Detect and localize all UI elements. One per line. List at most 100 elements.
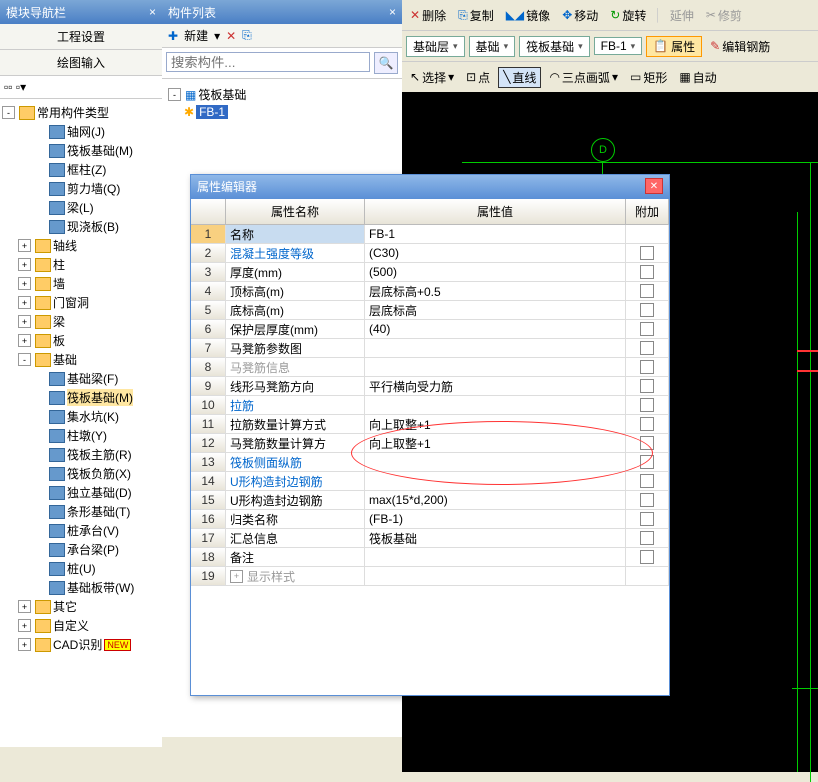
checkbox[interactable]: [640, 379, 654, 393]
pane-title-text: 模块导航栏: [6, 4, 66, 21]
tree-item[interactable]: 筏板基础(M): [2, 388, 160, 407]
tree-item[interactable]: + 墙: [2, 274, 160, 293]
floor-select[interactable]: 基础层: [406, 36, 465, 57]
list-root[interactable]: -▦ 筏板基础: [168, 85, 396, 104]
grid-row[interactable]: 6保护层厚度(mm)(40): [191, 320, 669, 339]
trim-button[interactable]: ✂修剪: [702, 6, 746, 25]
grid-row[interactable]: 5底标高(m)层底标高: [191, 301, 669, 320]
move-button[interactable]: ✥移动: [558, 6, 602, 25]
checkbox[interactable]: [640, 360, 654, 374]
grid-row[interactable]: 1名称FB-1: [191, 225, 669, 244]
tree-item[interactable]: + 门窗洞: [2, 293, 160, 312]
tab-project-settings[interactable]: 工程设置: [0, 24, 162, 50]
list-item[interactable]: ✱ FB-1: [168, 104, 396, 120]
copy-icon[interactable]: ⎘: [242, 28, 252, 43]
grid-row[interactable]: 3厚度(mm)(500): [191, 263, 669, 282]
grid-row[interactable]: 2混凝土强度等级(C30): [191, 244, 669, 263]
tree-item[interactable]: + 其它: [2, 597, 160, 616]
delete-button[interactable]: ✕删除: [406, 6, 450, 25]
grid-label: D: [591, 138, 615, 162]
component-tree[interactable]: - 常用构件类型 轴网(J) 筏板基础(M) 框柱(Z) 剪力墙(Q) 梁(L)…: [0, 99, 162, 747]
tree-item[interactable]: 轴网(J): [2, 122, 160, 141]
tree-item[interactable]: + 柱: [2, 255, 160, 274]
tree-item[interactable]: + 板: [2, 331, 160, 350]
tree-item[interactable]: 独立基础(D): [2, 483, 160, 502]
tree-item[interactable]: 现浇板(B): [2, 217, 160, 236]
grid-row[interactable]: 4顶标高(m)层底标高+0.5: [191, 282, 669, 301]
point-tool[interactable]: ⊡点: [462, 68, 494, 87]
selector-toolbar: 基础层 基础 筏板基础 FB-1 📋属性 ✎编辑钢筋: [402, 30, 818, 61]
grid-row[interactable]: 16归类名称(FB-1): [191, 510, 669, 529]
grid-header: 属性名称 属性值 附加: [191, 199, 669, 225]
copy-button[interactable]: ⎘复制: [454, 6, 498, 25]
nav-icons: ▫▫ ▫▾: [0, 76, 162, 99]
tree-item[interactable]: 桩承台(V): [2, 521, 160, 540]
grid-row[interactable]: 7马凳筋参数图: [191, 339, 669, 358]
checkbox[interactable]: [640, 265, 654, 279]
arc-tool[interactable]: ◠三点画弧 ▾: [545, 68, 622, 87]
select-tool[interactable]: ↖选择 ▾: [406, 68, 458, 87]
property-button[interactable]: 📋属性: [646, 36, 702, 57]
checkbox[interactable]: [640, 512, 654, 526]
category-select[interactable]: 基础: [469, 36, 516, 57]
checkbox[interactable]: [640, 303, 654, 317]
tree-item[interactable]: 桩(U): [2, 559, 160, 578]
dialog-titlebar[interactable]: 属性编辑器 ✕: [191, 175, 669, 199]
rect-tool[interactable]: ▭矩形: [626, 68, 671, 87]
tree-item[interactable]: 梁(L): [2, 198, 160, 217]
checkbox[interactable]: [640, 322, 654, 336]
grid-row[interactable]: 19+显示样式: [191, 567, 669, 586]
tree-item[interactable]: + CAD识别 NEW: [2, 635, 160, 654]
extend-button[interactable]: 延伸: [666, 6, 698, 25]
tree-root[interactable]: - 常用构件类型: [2, 103, 160, 122]
tree-item[interactable]: 筏板主筋(R): [2, 445, 160, 464]
line-tool[interactable]: ╲直线: [498, 67, 541, 88]
checkbox[interactable]: [640, 246, 654, 260]
tree-item[interactable]: 基础梁(F): [2, 369, 160, 388]
new-button[interactable]: 新建: [184, 27, 208, 44]
rotate-button[interactable]: ↻旋转: [606, 6, 650, 25]
component-select[interactable]: FB-1: [594, 37, 643, 55]
tree-item[interactable]: - 基础: [2, 350, 160, 369]
tree-item[interactable]: 筏板基础(M): [2, 141, 160, 160]
grid-row[interactable]: 15U形构造封边钢筋max(15*d,200): [191, 491, 669, 510]
grid-row[interactable]: 10拉筋: [191, 396, 669, 415]
auto-tool[interactable]: ▦自动: [675, 68, 720, 87]
draw-toolbar: ↖选择 ▾ ⊡点 ╲直线 ◠三点画弧 ▾ ▭矩形 ▦自动: [402, 61, 818, 92]
component-list-title: 构件列表 ×: [162, 0, 402, 24]
grid-row[interactable]: 18备注: [191, 548, 669, 567]
checkbox[interactable]: [640, 284, 654, 298]
tree-item[interactable]: + 梁: [2, 312, 160, 331]
search-input[interactable]: [166, 52, 370, 72]
tree-item[interactable]: 基础板带(W): [2, 578, 160, 597]
checkbox[interactable]: [640, 531, 654, 545]
tab-draw-input[interactable]: 绘图输入: [0, 50, 162, 76]
tree-item[interactable]: + 自定义: [2, 616, 160, 635]
checkbox[interactable]: [640, 341, 654, 355]
tree-item[interactable]: 承台梁(P): [2, 540, 160, 559]
checkbox[interactable]: [640, 398, 654, 412]
grid-row[interactable]: 17汇总信息筏板基础: [191, 529, 669, 548]
close-icon[interactable]: ×: [389, 5, 396, 19]
tree-item[interactable]: + 轴线: [2, 236, 160, 255]
edit-rebar-button[interactable]: ✎编辑钢筋: [706, 37, 774, 56]
type-select[interactable]: 筏板基础: [519, 36, 590, 57]
checkbox[interactable]: [640, 550, 654, 564]
mirror-button[interactable]: ◣◢镜像: [502, 6, 554, 25]
search-button[interactable]: 🔍: [374, 52, 398, 74]
checkbox[interactable]: [640, 417, 654, 431]
grid-row[interactable]: 8马凳筋信息: [191, 358, 669, 377]
tree-item[interactable]: 柱墩(Y): [2, 426, 160, 445]
tree-item[interactable]: 剪力墙(Q): [2, 179, 160, 198]
tree-item[interactable]: 条形基础(T): [2, 502, 160, 521]
checkbox[interactable]: [640, 474, 654, 488]
dialog-close-button[interactable]: ✕: [645, 178, 663, 194]
grid-row[interactable]: 9线形马凳筋方向平行横向受力筋: [191, 377, 669, 396]
tree-item[interactable]: 筏板负筋(X): [2, 464, 160, 483]
close-icon[interactable]: ×: [149, 5, 156, 19]
tree-item[interactable]: 框柱(Z): [2, 160, 160, 179]
tree-item[interactable]: 集水坑(K): [2, 407, 160, 426]
highlight-ellipse: [351, 421, 653, 485]
delete-icon[interactable]: ✕: [226, 29, 236, 43]
checkbox[interactable]: [640, 493, 654, 507]
